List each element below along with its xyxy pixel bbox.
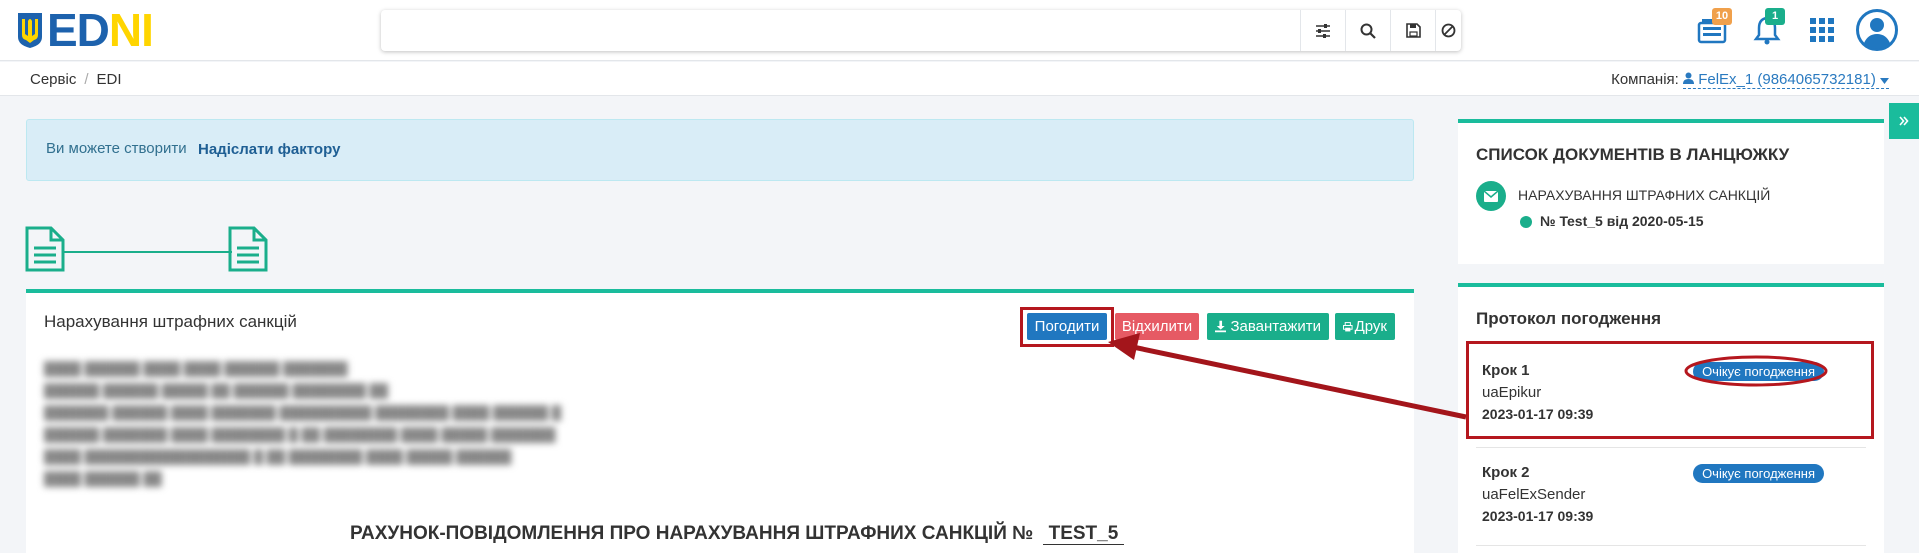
step-user: uaFelExSender: [1482, 486, 1586, 503]
trident-logo-icon: [18, 13, 42, 48]
breadcrumb-item-edi[interactable]: EDI: [97, 71, 122, 88]
search-bar: [381, 10, 1461, 51]
chain-connector: [64, 251, 232, 253]
download-label: Завантажити: [1230, 318, 1321, 335]
filter-icon: [1316, 23, 1330, 38]
divider: [1476, 545, 1866, 546]
caret-down-icon: [1880, 78, 1889, 84]
company-name: FelEx_1 (9864065732181): [1698, 71, 1876, 88]
download-button[interactable]: Завантажити: [1207, 313, 1329, 340]
clear-icon: [1441, 23, 1456, 38]
save-search-button[interactable]: [1390, 10, 1435, 51]
top-navbar: EDNI 10 1: [0, 0, 1919, 61]
chain-item-name[interactable]: НАРАХУВАННЯ ШТРАФНИХ САНКЦІЙ: [1518, 187, 1770, 203]
protocol-step: Крок 2 uaFelExSender 2023-01-17 09:39 Оч…: [1482, 464, 1862, 524]
logo-wordmark: EDNI: [47, 4, 154, 56]
info-alert: Ви можете створити Надіслати фактору: [26, 119, 1414, 181]
clear-search-button[interactable]: [1435, 10, 1461, 51]
reject-button[interactable]: Відхилити: [1115, 313, 1199, 340]
envelope-icon: [1476, 181, 1506, 211]
archive-badge: 10: [1712, 8, 1732, 25]
status-dot: [1520, 216, 1532, 228]
print-button[interactable]: Друк: [1335, 313, 1395, 340]
notifications-button[interactable]: 1: [1749, 8, 1785, 48]
filter-button[interactable]: [1300, 10, 1345, 51]
chain-document-icon[interactable]: [228, 226, 268, 272]
step-highlight: [1466, 341, 1874, 439]
notifications-badge: 1: [1765, 8, 1785, 25]
step-date: 2023-01-17 09:39: [1482, 508, 1594, 524]
user-icon: [1683, 72, 1695, 84]
user-icon: [1856, 9, 1898, 51]
document-number: TEST_5: [1042, 523, 1125, 545]
document-panel: Нарахування штрафних санкцій Погодити Ві…: [26, 289, 1414, 553]
chain-document-icon[interactable]: [25, 226, 65, 272]
document-title: Нарахування штрафних санкцій: [44, 312, 297, 331]
document-heading: РАХУНОК-ПОВІДОМЛЕННЯ ПРО НАРАХУВАННЯ ШТР…: [350, 523, 1125, 545]
print-icon: [1343, 321, 1353, 331]
search-input[interactable]: [391, 16, 1251, 44]
breadcrumb-item-service[interactable]: Сервіс: [30, 71, 76, 88]
edin-logo[interactable]: EDNI: [16, 4, 154, 56]
download-icon: [1215, 320, 1227, 333]
alert-text: Ви можете створити: [46, 140, 187, 157]
search-button[interactable]: [1345, 10, 1390, 51]
breadcrumb: Сервіс / EDI: [30, 71, 122, 88]
document-heading-text: РАХУНОК-ПОВІДОМЛЕННЯ ПРО НАРАХУВАННЯ ШТР…: [350, 523, 1034, 544]
print-label: Друк: [1354, 318, 1387, 335]
protocol-title: Протокол погодження: [1476, 309, 1662, 328]
chain-panel-title: СПИСОК ДОКУМЕНТІВ В ЛАНЦЮЖКУ: [1476, 145, 1790, 164]
apps-button[interactable]: [1804, 12, 1840, 48]
approval-protocol-panel: Протокол погодження Крок 1 uaEpikur 2023…: [1458, 283, 1884, 553]
user-avatar[interactable]: [1856, 9, 1898, 51]
double-chevron-right-icon: [1899, 116, 1909, 126]
status-badge: Очікує погодження: [1693, 464, 1824, 483]
company-dropdown[interactable]: FelEx_1 (9864065732181): [1683, 71, 1889, 89]
blurred-details: ████ ██████ ████ ████ ██████ ███████ ███…: [44, 361, 562, 486]
chain-documents-panel: СПИСОК ДОКУМЕНТІВ В ЛАНЦЮЖКУ НАРАХУВАННЯ…: [1458, 119, 1884, 264]
approve-highlight: [1020, 307, 1114, 347]
company-selector: Компанія: FelEx_1 (9864065732181): [1611, 71, 1889, 89]
company-label: Компанія:: [1611, 71, 1679, 88]
search-icon: [1360, 23, 1376, 39]
divider: [1476, 447, 1866, 448]
archive-button[interactable]: 10: [1694, 8, 1732, 48]
breadcrumb-bar: Сервіс / EDI Компанія: FelEx_1 (9864065732…: [0, 62, 1919, 96]
apps-grid-icon: [1810, 18, 1834, 42]
send-to-factor-link[interactable]: Надіслати фактору: [198, 141, 340, 158]
chain-item-number[interactable]: № Test_5 від 2020-05-15: [1540, 213, 1704, 229]
sidebar-toggle[interactable]: [1889, 103, 1919, 139]
save-icon: [1405, 23, 1421, 38]
